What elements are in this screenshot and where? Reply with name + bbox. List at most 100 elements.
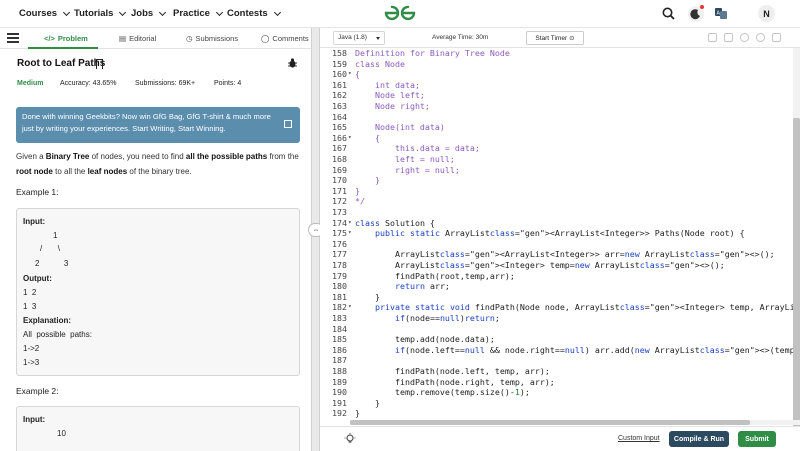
- nav-courses[interactable]: Courses: [19, 8, 71, 19]
- gfg-logo-icon[interactable]: [382, 3, 418, 23]
- code-line[interactable]: 158 Definition for Binary Tree Node: [320, 48, 800, 59]
- code-line[interactable]: 179 findPath(root,temp,arr);: [320, 271, 800, 282]
- code-line[interactable]: 184: [320, 324, 800, 335]
- settings-icon[interactable]: [740, 33, 749, 42]
- code-line[interactable]: 167 this.data = data;: [320, 143, 800, 154]
- code-text: public static ArrayListclass="gen"><Arra…: [374, 228, 745, 239]
- tab-submissions[interactable]: ◷ Submissions: [186, 34, 238, 43]
- code-area[interactable]: 158 Definition for Binary Tree Node 159 cla…: [320, 48, 800, 420]
- code-line[interactable]: 189 findPath(node.right, temp, arr);: [320, 377, 800, 388]
- copy-icon[interactable]: [708, 33, 717, 42]
- fold-icon[interactable]: ▾: [348, 302, 352, 313]
- bug-report-icon[interactable]: [288, 58, 297, 68]
- example-1-box: Input: 1 / \ 2 3 Output: 1 2 1 3 Explana…: [16, 208, 300, 376]
- save-icon[interactable]: [724, 33, 733, 42]
- output-label: Output:: [23, 274, 52, 283]
- code-line[interactable]: 192}: [320, 408, 800, 419]
- avatar[interactable]: N: [758, 5, 775, 22]
- code-line[interactable]: 186 if(node.left==null && node.right==nu…: [320, 345, 800, 356]
- document-icon: ▤: [119, 34, 127, 43]
- line-number: 186: [332, 344, 347, 355]
- code-line[interactable]: 185 temp.add(node.data);: [320, 334, 800, 345]
- code-line[interactable]: 160 ▾{: [320, 69, 800, 80]
- external-link-icon[interactable]: [284, 120, 292, 128]
- tab-editorial[interactable]: ▤ Editorial: [119, 34, 156, 43]
- line-number: 159: [332, 58, 347, 69]
- code-line[interactable]: 178 ArrayListclass="gen"><Integer> temp=…: [320, 260, 800, 271]
- code-line[interactable]: 159 class Node: [320, 59, 800, 70]
- fold-icon[interactable]: ▾: [348, 218, 352, 229]
- code-line[interactable]: 164: [320, 112, 800, 123]
- search-icon[interactable]: [662, 7, 675, 20]
- promo-banner[interactable]: Done with winning Geekbits? Now win GfG …: [16, 107, 300, 143]
- translate-icon[interactable]: A: [715, 8, 727, 19]
- code-line[interactable]: 190 temp.remove(temp.size()-1);: [320, 387, 800, 398]
- fullscreen-icon[interactable]: [772, 33, 781, 42]
- code-text: right = null;: [355, 164, 460, 175]
- tab-comments[interactable]: ◯ Comments: [261, 34, 309, 43]
- fold-icon[interactable]: ▾: [348, 228, 352, 239]
- code-line[interactable]: 191 }: [320, 398, 800, 409]
- problem-tabbar: </> Problem ▤ Editorial ◷ Submissions ◯ Comm…: [0, 28, 311, 49]
- line-number: 164: [332, 111, 347, 122]
- code-line[interactable]: 181 }: [320, 292, 800, 303]
- code-line[interactable]: 166 ▾ {: [320, 133, 800, 144]
- line-number: 179: [332, 270, 347, 281]
- reset-icon[interactable]: [756, 33, 765, 42]
- submit-button[interactable]: Submit: [738, 431, 776, 447]
- code-line[interactable]: 162 Node left;: [320, 90, 800, 101]
- start-timer-button[interactable]: Start Timer ⊙: [526, 31, 584, 45]
- horizontal-scrollbar[interactable]: [350, 420, 800, 425]
- code-line[interactable]: 173: [320, 207, 800, 218]
- code-line[interactable]: 187: [320, 355, 800, 366]
- bookmark-icon[interactable]: [96, 59, 103, 69]
- nav-tutorials[interactable]: Tutorials: [74, 8, 127, 19]
- code-text: {: [355, 69, 360, 80]
- code-line[interactable]: 169 right = null;: [320, 165, 800, 176]
- output-line: 1 3: [23, 302, 37, 311]
- code-text: findPath(node.right, temp, arr);: [355, 376, 555, 387]
- code-line[interactable]: 188 findPath(node.left, temp, arr);: [320, 366, 800, 377]
- scrollbar-thumb[interactable]: [350, 420, 750, 425]
- scrollbar-thumb[interactable]: [793, 118, 800, 438]
- code-line[interactable]: 168 left = null;: [320, 154, 800, 165]
- nav-practice[interactable]: Practice: [173, 8, 224, 19]
- lightbulb-icon[interactable]: [344, 433, 356, 445]
- language-select[interactable]: Java (1.8): [333, 31, 385, 45]
- nav-jobs[interactable]: Jobs: [131, 8, 167, 19]
- menu-icon[interactable]: [7, 33, 19, 43]
- fold-icon[interactable]: ▾: [348, 69, 352, 80]
- code-line[interactable]: 163 Node right;: [320, 101, 800, 112]
- code-text: ArrayListclass="gen"><Integer> temp=new …: [355, 260, 725, 270]
- nav-contests[interactable]: Contests: [227, 8, 281, 19]
- code-line[interactable]: 182 ▾ private static void findPath(Node n…: [320, 302, 800, 313]
- code-line[interactable]: 183 if(node==null)return;: [320, 313, 800, 324]
- code-text: }: [355, 185, 360, 196]
- line-number: 190: [332, 387, 347, 398]
- tab-problem[interactable]: </> Problem: [44, 34, 88, 43]
- code-line[interactable]: 176: [320, 239, 800, 250]
- code-line[interactable]: 171}: [320, 186, 800, 197]
- code-line[interactable]: 172 */: [320, 196, 800, 207]
- line-number: 184: [332, 323, 347, 334]
- code-line[interactable]: 175 ▾ public static ArrayListclass="gen">…: [320, 228, 800, 239]
- code-text: */: [355, 196, 365, 207]
- code-line[interactable]: 170 }: [320, 175, 800, 186]
- line-number: 192: [332, 408, 347, 419]
- code-text: temp.add(node.data);: [355, 334, 495, 345]
- top-navbar: Courses Tutorials Jobs Practice Contests…: [0, 0, 800, 28]
- code-line[interactable]: 180 return arr;: [320, 281, 800, 292]
- line-number: 158: [332, 48, 347, 58]
- compile-run-button[interactable]: Compile & Run: [669, 431, 729, 447]
- code-line[interactable]: 177 ArrayListclass="gen"><ArrayList<Inte…: [320, 249, 800, 260]
- custom-input-link[interactable]: Custom Input: [618, 435, 660, 442]
- notification-dot: [700, 5, 704, 9]
- code-text: }: [355, 397, 380, 408]
- panel-splitter[interactable]: ⇔: [308, 28, 324, 451]
- difficulty-badge: Medium: [17, 80, 44, 87]
- vertical-scrollbar[interactable]: [793, 48, 800, 438]
- code-line[interactable]: 161 int data;: [320, 80, 800, 91]
- fold-icon[interactable]: ▾: [348, 133, 352, 144]
- code-line[interactable]: 174 ▾ class Solution {: [320, 218, 800, 229]
- code-line[interactable]: 165 Node(int data): [320, 122, 800, 133]
